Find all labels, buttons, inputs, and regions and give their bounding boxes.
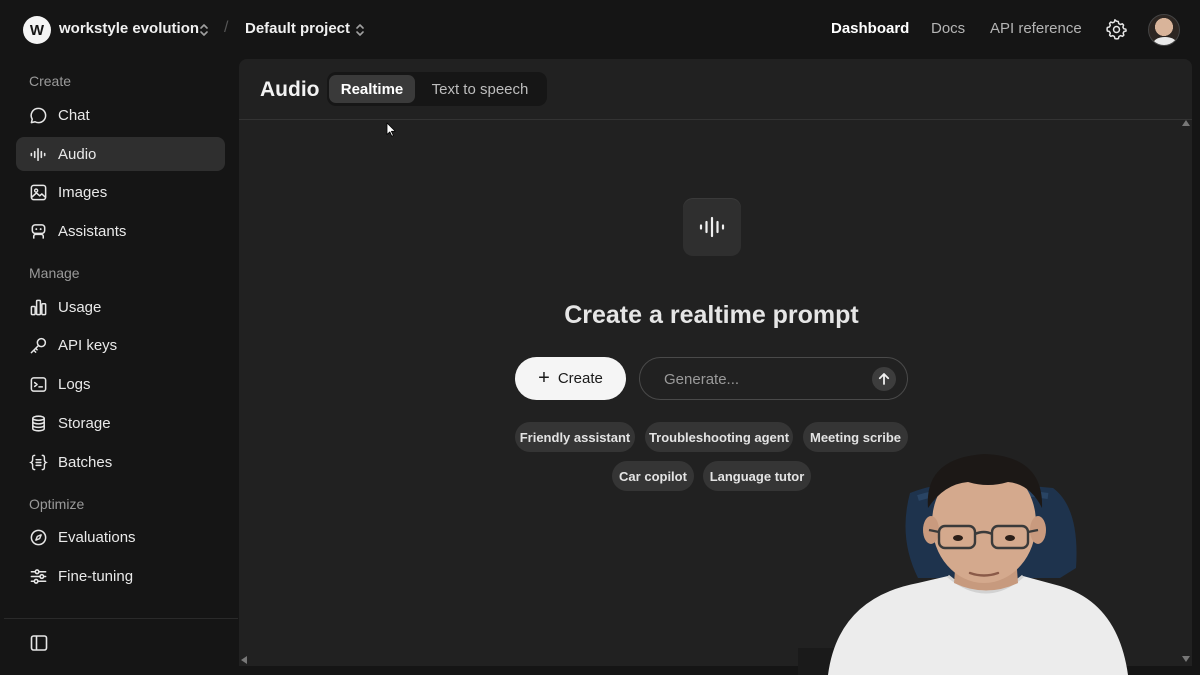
robot-icon bbox=[31, 223, 46, 239]
sidebar-toggle-icon[interactable] bbox=[29, 633, 49, 653]
sidebar-item-batches[interactable]: Batches bbox=[16, 445, 225, 479]
hero-audio-badge bbox=[683, 198, 741, 256]
sidebar-item-label: Chat bbox=[58, 106, 90, 124]
suggestion-chip-friendly-assistant[interactable]: Friendly assistant bbox=[515, 422, 635, 452]
generate-input[interactable] bbox=[664, 369, 864, 389]
page-header: Audio Realtime Text to speech bbox=[239, 59, 1192, 120]
section-label-optimize: Optimize bbox=[29, 496, 85, 512]
generate-field bbox=[639, 357, 908, 400]
plus-icon: + bbox=[538, 366, 550, 389]
mouse-cursor-icon bbox=[386, 122, 396, 137]
sidebar-item-assistants[interactable]: Assistants bbox=[16, 214, 225, 248]
section-label-create: Create bbox=[29, 73, 72, 89]
chevron-updown-icon[interactable] bbox=[199, 22, 209, 38]
sidebar-item-evaluations[interactable]: Evaluations bbox=[16, 520, 225, 554]
sidebar-divider bbox=[4, 618, 238, 619]
sidebar-item-label: Logs bbox=[58, 375, 91, 393]
braces-list-icon bbox=[29, 454, 48, 470]
tab-text-to-speech[interactable]: Text to speech bbox=[421, 75, 539, 103]
scroll-up-arrow-icon[interactable] bbox=[1182, 120, 1190, 126]
scroll-left-arrow-icon[interactable] bbox=[241, 656, 247, 664]
tab-realtime[interactable]: Realtime bbox=[329, 75, 415, 103]
nav-docs[interactable]: Docs bbox=[931, 20, 965, 37]
sidebar-item-audio[interactable]: Audio bbox=[16, 137, 225, 171]
sidebar-item-label: Batches bbox=[58, 453, 113, 471]
sidebar-item-label: Storage bbox=[58, 414, 111, 432]
nav-dashboard[interactable]: Dashboard bbox=[831, 20, 909, 37]
sidebar-item-label: API keys bbox=[58, 336, 118, 354]
sidebar-item-label: Audio bbox=[58, 145, 97, 163]
create-button-label: Create bbox=[557, 370, 603, 387]
sliders-icon bbox=[30, 568, 47, 584]
sidebar-item-label: Evaluations bbox=[58, 528, 136, 546]
page-title: Audio bbox=[260, 78, 320, 101]
sidebar-item-storage[interactable]: Storage bbox=[16, 406, 225, 440]
sidebar-item-images[interactable]: Images bbox=[16, 175, 225, 209]
bar-chart-icon bbox=[30, 299, 47, 315]
arrow-up-icon bbox=[878, 373, 890, 385]
waveform-icon bbox=[699, 216, 725, 238]
create-button[interactable]: + Create bbox=[515, 357, 626, 400]
webcam-presenter-overlay bbox=[798, 454, 1128, 675]
sidebar-item-api-keys[interactable]: API keys bbox=[16, 328, 225, 362]
sidebar-item-label: Images bbox=[58, 183, 108, 201]
terminal-icon bbox=[30, 376, 47, 392]
mode-tabs: Realtime Text to speech bbox=[327, 72, 547, 106]
sidebar-item-logs[interactable]: Logs bbox=[16, 367, 225, 401]
breadcrumb-separator: / bbox=[224, 19, 229, 36]
sidebar-item-chat[interactable]: Chat bbox=[16, 98, 225, 132]
project-switcher[interactable]: Default project bbox=[245, 20, 350, 37]
generate-submit-button[interactable] bbox=[872, 367, 896, 391]
org-switcher[interactable]: workstyle evolution bbox=[59, 20, 199, 37]
nav-api-reference[interactable]: API reference bbox=[990, 20, 1082, 37]
chat-bubble-icon bbox=[30, 107, 47, 123]
sidebar-item-fine-tuning[interactable]: Fine-tuning bbox=[16, 559, 225, 593]
user-avatar[interactable] bbox=[1148, 14, 1180, 46]
sidebar: Create Chat Audio Images Assistants Mana… bbox=[4, 60, 238, 675]
waveform-icon bbox=[30, 147, 46, 161]
suggestion-chip-car-copilot[interactable]: Car copilot bbox=[612, 461, 694, 491]
suggestion-chip-language-tutor[interactable]: Language tutor bbox=[703, 461, 811, 491]
gear-icon[interactable] bbox=[1106, 19, 1127, 40]
image-icon bbox=[30, 184, 47, 200]
org-avatar[interactable]: W bbox=[23, 16, 51, 44]
sidebar-item-usage[interactable]: Usage bbox=[16, 290, 225, 324]
database-icon bbox=[32, 414, 45, 432]
sidebar-item-label: Fine-tuning bbox=[58, 567, 134, 585]
compass-icon bbox=[30, 529, 47, 545]
section-label-manage: Manage bbox=[29, 265, 80, 281]
key-icon bbox=[30, 337, 47, 353]
hero-title: Create a realtime prompt bbox=[564, 301, 859, 329]
chevron-updown-icon[interactable] bbox=[355, 22, 365, 38]
sidebar-item-label: Assistants bbox=[58, 222, 127, 240]
top-bar: W workstyle evolution / Default project … bbox=[0, 0, 1200, 60]
sidebar-item-label: Usage bbox=[58, 298, 102, 316]
suggestion-chip-troubleshooting-agent[interactable]: Troubleshooting agent bbox=[645, 422, 793, 452]
